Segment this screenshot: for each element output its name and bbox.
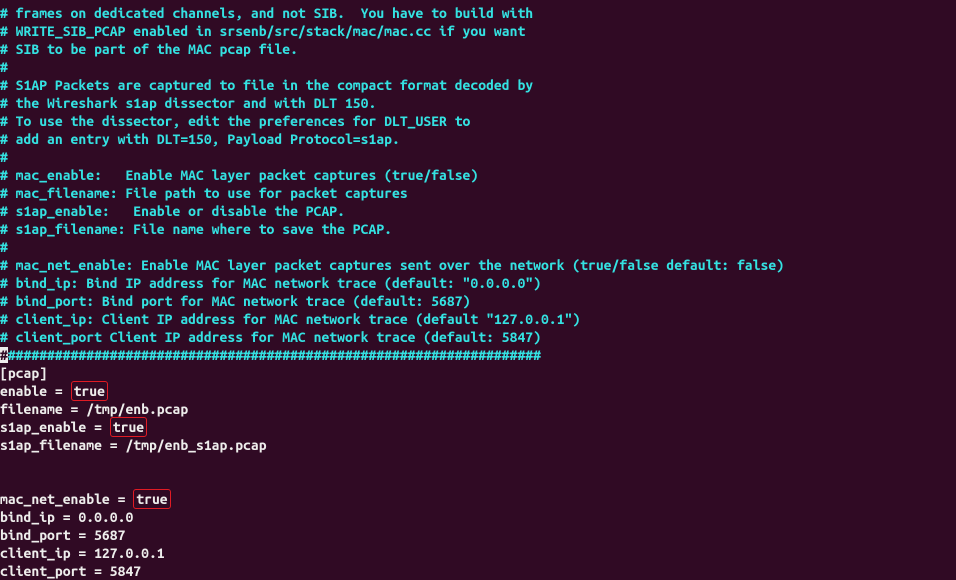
config-enable: enable = true <box>0 383 108 399</box>
config-client-port: client_port = 5847 <box>0 563 141 579</box>
comment-divider: ########################################… <box>0 347 541 363</box>
comment-line: # client_port Client IP address for MAC … <box>0 329 541 345</box>
config-client-ip: client_ip = 127.0.0.1 <box>0 545 165 561</box>
blank-line <box>0 454 956 472</box>
comment-line: # mac_net_enable: Enable MAC layer packe… <box>0 257 784 273</box>
config-filename: filename = /tmp/enb.pcap <box>0 401 188 417</box>
config-key: mac_net_enable = <box>0 491 133 507</box>
comment-line: # the Wireshark s1ap dissector and with … <box>0 95 376 111</box>
config-s1ap-filename: s1ap_filename = /tmp/enb_s1ap.pcap <box>0 437 267 453</box>
comment-line: # s1ap_filename: File name where to save… <box>0 221 392 237</box>
config-mac-net-enable: mac_net_enable = true <box>0 491 171 507</box>
comment-line: # bind_ip: Bind IP address for MAC netwo… <box>0 275 541 291</box>
section-header-pcap: [pcap] <box>0 365 47 381</box>
comment-line: # client_ip: Client IP address for MAC n… <box>0 311 580 327</box>
comment-line: # bind_port: Bind port for MAC network t… <box>0 293 470 309</box>
config-s1ap-enable: s1ap_enable = true <box>0 419 147 435</box>
highlight-mac-net-enable: true <box>133 489 170 509</box>
comment-line: # s1ap_enable: Enable or disable the PCA… <box>0 203 345 219</box>
comment-line: # mac_enable: Enable MAC layer packet ca… <box>0 167 478 183</box>
comment-line: # To use the dissector, edit the prefere… <box>0 113 470 129</box>
comment-line: # mac_filename: File path to use for pac… <box>0 185 408 201</box>
comment-line: # <box>0 239 8 255</box>
cursor: # <box>0 347 8 363</box>
comment-line: # <box>0 59 8 75</box>
comment-line: # <box>0 149 8 165</box>
config-bind-ip: bind_ip = 0.0.0.0 <box>0 509 133 525</box>
config-bind-port: bind_port = 5687 <box>0 527 125 543</box>
comment-line: # SIB to be part of the MAC pcap file. <box>0 41 298 57</box>
comment-line: # frames on dedicated channels, and not … <box>0 5 533 21</box>
comment-line: # S1AP Packets are captured to file in t… <box>0 77 533 93</box>
comment-line: # add an entry with DLT=150, Payload Pro… <box>0 131 400 147</box>
config-key: enable = <box>0 383 71 399</box>
highlight-s1ap-enable: true <box>110 417 147 437</box>
comment-line: # WRITE_SIB_PCAP enabled in srsenb/src/s… <box>0 23 525 39</box>
config-key: s1ap_enable = <box>0 419 110 435</box>
comment-hashes: ########################################… <box>8 347 541 363</box>
highlight-enable: true <box>71 381 108 401</box>
terminal-editor[interactable]: # frames on dedicated channels, and not … <box>0 0 956 580</box>
